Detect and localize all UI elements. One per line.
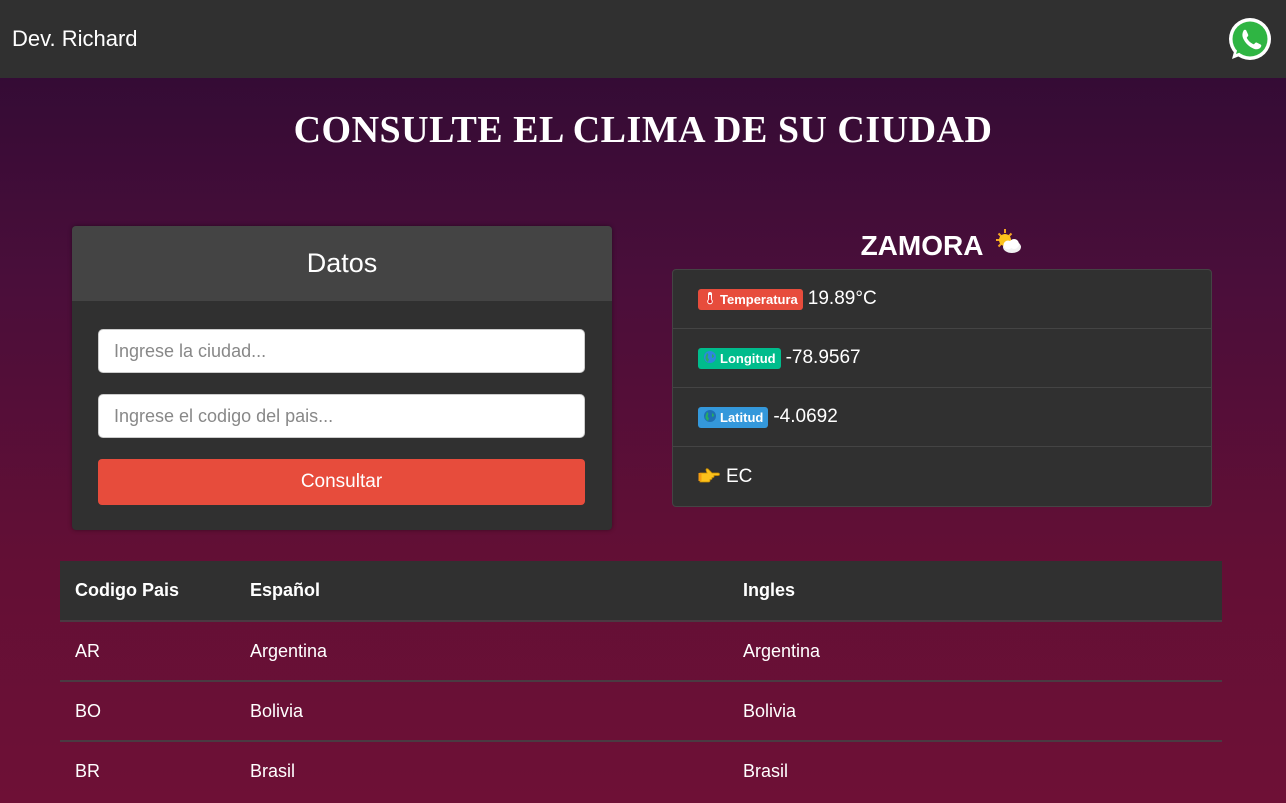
table-cell: Brasil <box>728 740 1222 801</box>
table-cell: Bolivia <box>235 680 728 741</box>
table-row: BR Brasil Brasil <box>60 740 1222 801</box>
table-row: AR Argentina Argentina <box>60 620 1222 681</box>
country-code-input[interactable] <box>98 394 585 438</box>
card-body: Consultar <box>72 301 612 505</box>
table-cell: Brasil <box>235 740 728 801</box>
search-form-card: Datos Consultar <box>72 226 612 530</box>
latitude-value: -4.0692 <box>773 406 838 427</box>
header-espanol: Español <box>250 580 321 600</box>
longitude-label: Longitud <box>720 350 776 366</box>
country-code-value: EC <box>726 465 753 487</box>
table-cell: BR <box>60 740 235 801</box>
result-latitude: Latitud -4.0692 <box>673 388 1211 447</box>
latitude-badge: Latitud <box>698 406 769 428</box>
latitude-label: Latitud <box>720 409 764 425</box>
city-name: ZAMORA <box>860 229 984 261</box>
table-row: BO Bolivia Bolivia <box>60 680 1222 741</box>
result-longitude: Longitud -78.9567 <box>673 329 1211 388</box>
table-header-row: Codigo Pais Español Ingles <box>60 561 1222 621</box>
temperature-label: Temperatura <box>720 291 798 307</box>
longitude-badge: Longitud <box>698 347 781 369</box>
city-title: ZAMORA <box>672 226 1212 265</box>
table-cell: Argentina <box>235 620 728 681</box>
card-header: Datos <box>72 226 612 301</box>
consultar-button[interactable]: Consultar <box>98 459 585 505</box>
globe-icon <box>703 350 717 367</box>
table-cell: BO <box>60 680 235 741</box>
result-country: EC <box>673 447 1211 506</box>
result-temperature: Temperatura 19.89°C <box>673 270 1211 329</box>
table-cell: AR <box>60 620 235 681</box>
brand-link[interactable]: Dev. Richard <box>12 26 138 52</box>
pointing-hand-icon <box>698 465 726 489</box>
weather-result-list: Temperatura 19.89°C Longitud -78.9567 La… <box>672 269 1212 507</box>
temperature-value: 19.89°C <box>807 288 877 309</box>
countries-table-wrapper: Codigo Pais Español Ingles AR Argentina … <box>60 561 1222 801</box>
globe-icon <box>703 409 717 426</box>
sun-behind-cloud-icon <box>991 226 1023 265</box>
whatsapp-icon[interactable] <box>1226 15 1274 63</box>
countries-table: Codigo Pais Español Ingles AR Argentina … <box>60 561 1222 801</box>
table-cell: Argentina <box>728 620 1222 681</box>
header-ingles: Ingles <box>743 580 796 600</box>
temperature-badge: Temperatura <box>698 288 803 310</box>
longitude-value: -78.9567 <box>785 347 861 368</box>
page-title: CONSULTE EL CLIMA DE SU CIUDAD <box>293 109 993 151</box>
thermometer-icon <box>703 291 717 308</box>
table-cell: Bolivia <box>728 680 1222 741</box>
city-input[interactable] <box>98 329 585 373</box>
header-codigo-pais: Codigo Pais <box>75 580 180 600</box>
navbar: Dev. Richard <box>0 0 1286 78</box>
